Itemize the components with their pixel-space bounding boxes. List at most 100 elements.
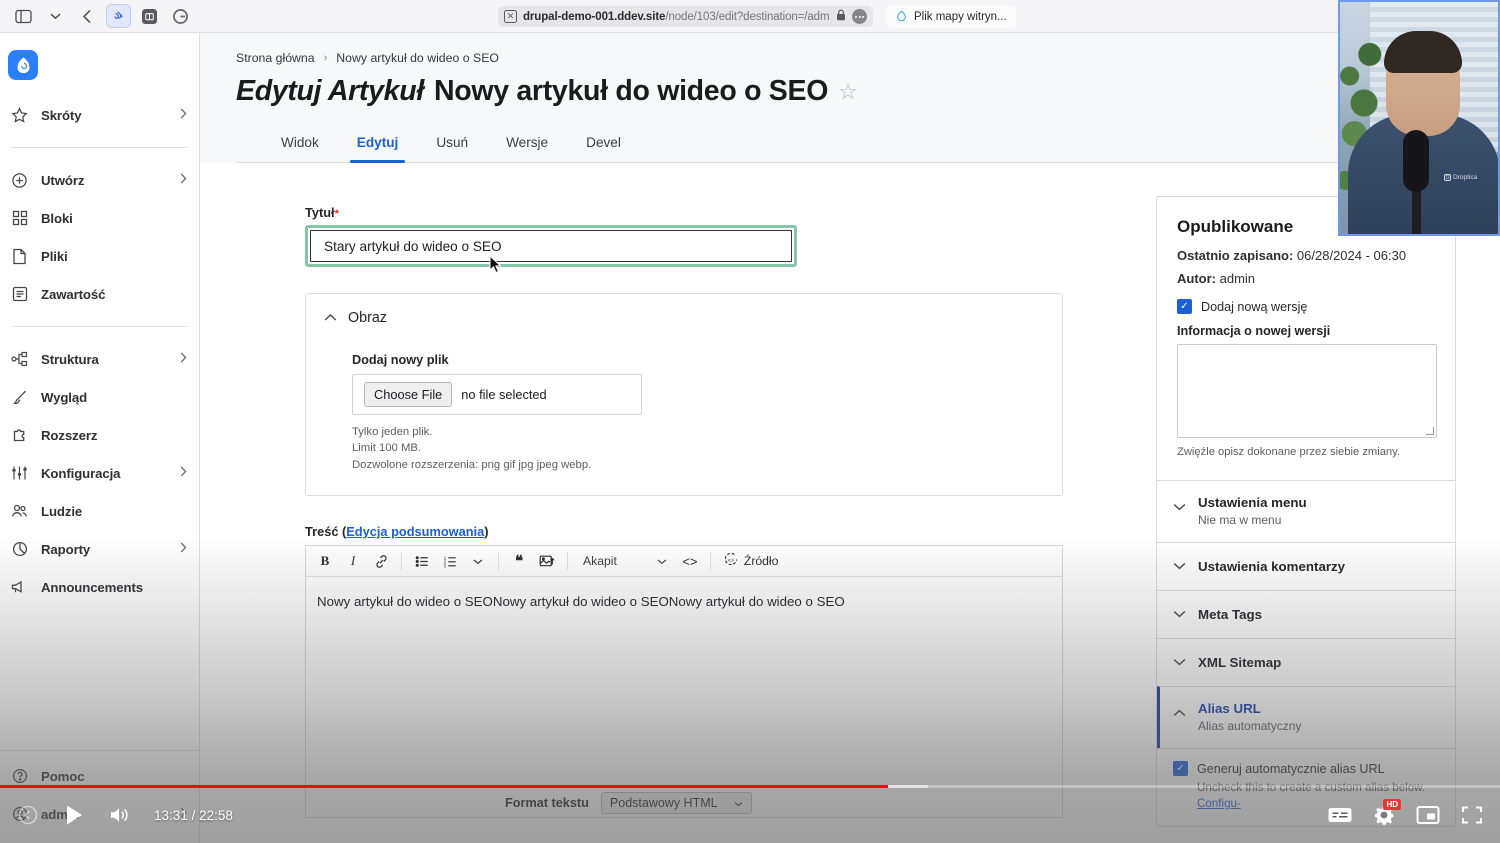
image-upload-icon[interactable] — [534, 549, 560, 574]
sidebar-item-utworz[interactable]: Utwórz — [0, 161, 199, 199]
auto-alias-checkbox-row[interactable]: ✓ Generuj automatycznie alias URL — [1173, 761, 1439, 776]
tab-wersje[interactable]: Wersje — [487, 126, 567, 162]
file-hint-one: Tylko jeden plik. — [352, 426, 433, 438]
checkbox-checked-icon[interactable]: ✓ — [1177, 299, 1192, 314]
auto-alias-label: Generuj automatycznie alias URL — [1197, 761, 1385, 776]
favicon-tab-grammarly[interactable] — [168, 4, 193, 28]
sidebar-label: Zawartość — [41, 286, 106, 302]
checkbox-checked-icon[interactable]: ✓ — [1173, 761, 1188, 776]
chevron-up-icon[interactable] — [324, 310, 337, 326]
file-hint-extensions: Dozwolone rozszerzenia: png gif jpg jpeg… — [352, 458, 592, 471]
tab-devel[interactable]: Devel — [567, 126, 640, 162]
code-icon[interactable]: <> — [677, 549, 703, 574]
breadcrumb-home[interactable]: Strona główna — [236, 51, 315, 65]
revision-log-label: Informacja o nowej wersji — [1177, 324, 1331, 338]
sidebar-item-wyglad[interactable]: Wygląd — [0, 378, 199, 416]
source-button[interactable]: <> Źródło — [718, 552, 785, 570]
accordion-meta-tags[interactable]: Meta Tags — [1157, 590, 1455, 638]
file-input[interactable]: Choose File no file selected — [352, 374, 642, 415]
toolbar-separator — [567, 552, 568, 571]
numbered-list-icon[interactable]: 123 — [437, 549, 463, 574]
tab-widok[interactable]: Widok — [262, 126, 338, 162]
sidebar-item-bloki[interactable]: Bloki — [0, 199, 199, 237]
progress-bar-track[interactable] — [0, 785, 1500, 788]
more-options-icon[interactable] — [852, 9, 867, 24]
accordion-ustawienia-komentarzy[interactable]: Ustawienia komentarzy — [1157, 542, 1455, 590]
sidebar-dropdown-icon[interactable] — [40, 3, 70, 29]
bulleted-list-icon[interactable] — [409, 549, 435, 574]
favicon-tab-drupal[interactable] — [106, 4, 131, 28]
sidebar-label: Bloki — [41, 210, 73, 226]
drupal-logo-icon[interactable] — [8, 50, 38, 80]
sidebar-item-zawartosc[interactable]: Zawartość — [0, 275, 199, 313]
editor-content-area[interactable]: Nowy artykuł do wideo o SEONowy artykuł … — [306, 577, 1062, 817]
tab-edytuj[interactable]: Edytuj — [338, 126, 418, 163]
toolbar-separator — [709, 552, 711, 571]
video-player-controls: 13:31 / 22:58 HD — [0, 783, 1500, 843]
sidebar-item-ludzie[interactable]: Ludzie — [0, 492, 199, 530]
sidebar-item-rozszerz[interactable]: Rozszerz — [0, 416, 199, 454]
italic-button[interactable]: I — [340, 549, 366, 574]
blockquote-icon[interactable]: ❝ — [506, 549, 532, 574]
favicon-tab-window[interactable] — [137, 4, 162, 28]
accordion-title: XML Sitemap — [1198, 654, 1282, 670]
author-line: Autor: admin — [1177, 271, 1435, 286]
list-dropdown-chevron-down-icon[interactable] — [465, 549, 491, 574]
paragraph-style-dropdown[interactable]: Akapit — [575, 549, 675, 574]
bold-button[interactable]: B — [312, 549, 338, 574]
sidebar-item-raporty[interactable]: Raporty — [0, 530, 199, 568]
sidebar-item-pliki[interactable]: Pliki — [0, 237, 199, 275]
tab-usun[interactable]: Usuń — [417, 126, 487, 162]
back-button[interactable] — [72, 3, 102, 29]
sidebar-toggle-icon[interactable] — [8, 3, 38, 29]
sidebar-label: Raporty — [41, 541, 91, 557]
image-panel-title: Obraz — [348, 310, 387, 326]
sidebar-item-konfiguracja[interactable]: Konfiguracja — [0, 454, 199, 492]
sidebar-label: Skróty — [41, 107, 82, 123]
volume-icon[interactable] — [100, 795, 140, 835]
file-status-text: no file selected — [461, 387, 547, 402]
picture-in-picture-icon[interactable] — [1408, 795, 1448, 835]
captions-icon[interactable] — [1320, 795, 1360, 835]
breadcrumb-current: Nowy artykuł do wideo o SEO — [336, 51, 499, 65]
sidebar-item-struktura[interactable]: Struktura — [0, 340, 199, 378]
star-outline-icon[interactable]: ☆ — [838, 79, 858, 105]
fullscreen-icon[interactable] — [1452, 795, 1492, 835]
link-icon[interactable] — [368, 549, 394, 574]
accordion-ustawienia-menu[interactable]: Ustawienia menu Nie ma w menu — [1157, 480, 1455, 542]
webcam-overlay: D Droptica — [1338, 0, 1500, 236]
image-field-panel: Obraz Dodaj nowy plik Choose File no fil… — [305, 293, 1063, 497]
image-panel-header[interactable]: Obraz — [324, 310, 1044, 326]
add-file-label: Dodaj nowy plik — [352, 353, 449, 367]
new-revision-checkbox-row[interactable]: ✓ Dodaj nową wersję — [1177, 299, 1435, 314]
browser-tab-sitemap[interactable]: Plik mapy witryn... — [886, 5, 1016, 28]
content-icon — [10, 285, 29, 304]
sidebar-label: Ludzie — [41, 503, 83, 519]
address-bar[interactable]: ✕ drupal-demo-001.ddev.site/node/103/edi… — [498, 6, 873, 27]
sidebar-item-skroty[interactable]: Skróty — [0, 96, 199, 134]
divider — [12, 326, 187, 327]
last-saved-value: 06/28/2024 - 06:30 — [1296, 248, 1407, 263]
browser-toolbar: ✕ drupal-demo-001.ddev.site/node/103/edi… — [0, 0, 1500, 33]
previous-icon[interactable] — [8, 795, 48, 835]
accordion-xml-sitemap[interactable]: XML Sitemap — [1157, 638, 1455, 686]
accordion-alias-url[interactable]: Alias URL Alias automatyczny — [1157, 686, 1455, 748]
edit-summary-link[interactable]: Edycja podsumowania — [346, 524, 484, 539]
chart-pie-icon — [10, 540, 29, 559]
time-separator: / — [191, 807, 196, 823]
puzzle-icon — [10, 426, 29, 445]
paragraph-style-value: Akapit — [583, 554, 617, 569]
revision-log-textarea[interactable] — [1177, 344, 1437, 438]
ckeditor: B I 123 ❝ Akapit <> <> Źródło Nowy artyk… — [305, 545, 1063, 819]
url-text: drupal-demo-001.ddev.site/node/103/edit?… — [523, 10, 830, 23]
drupal-droplet-icon — [897, 10, 906, 22]
play-icon[interactable] — [54, 795, 94, 835]
node-tabs: Widok Edytuj Usuń Wersje Devel — [236, 126, 1500, 163]
svg-text:3: 3 — [443, 563, 446, 568]
sidebar-item-announcements[interactable]: Announcements — [0, 568, 199, 606]
blocks-icon — [10, 209, 29, 228]
choose-file-button[interactable]: Choose File — [364, 382, 453, 407]
title-input[interactable] — [310, 230, 792, 262]
chevron-right-icon — [180, 350, 187, 368]
body-label-prefix: Treść ( — [305, 524, 347, 540]
